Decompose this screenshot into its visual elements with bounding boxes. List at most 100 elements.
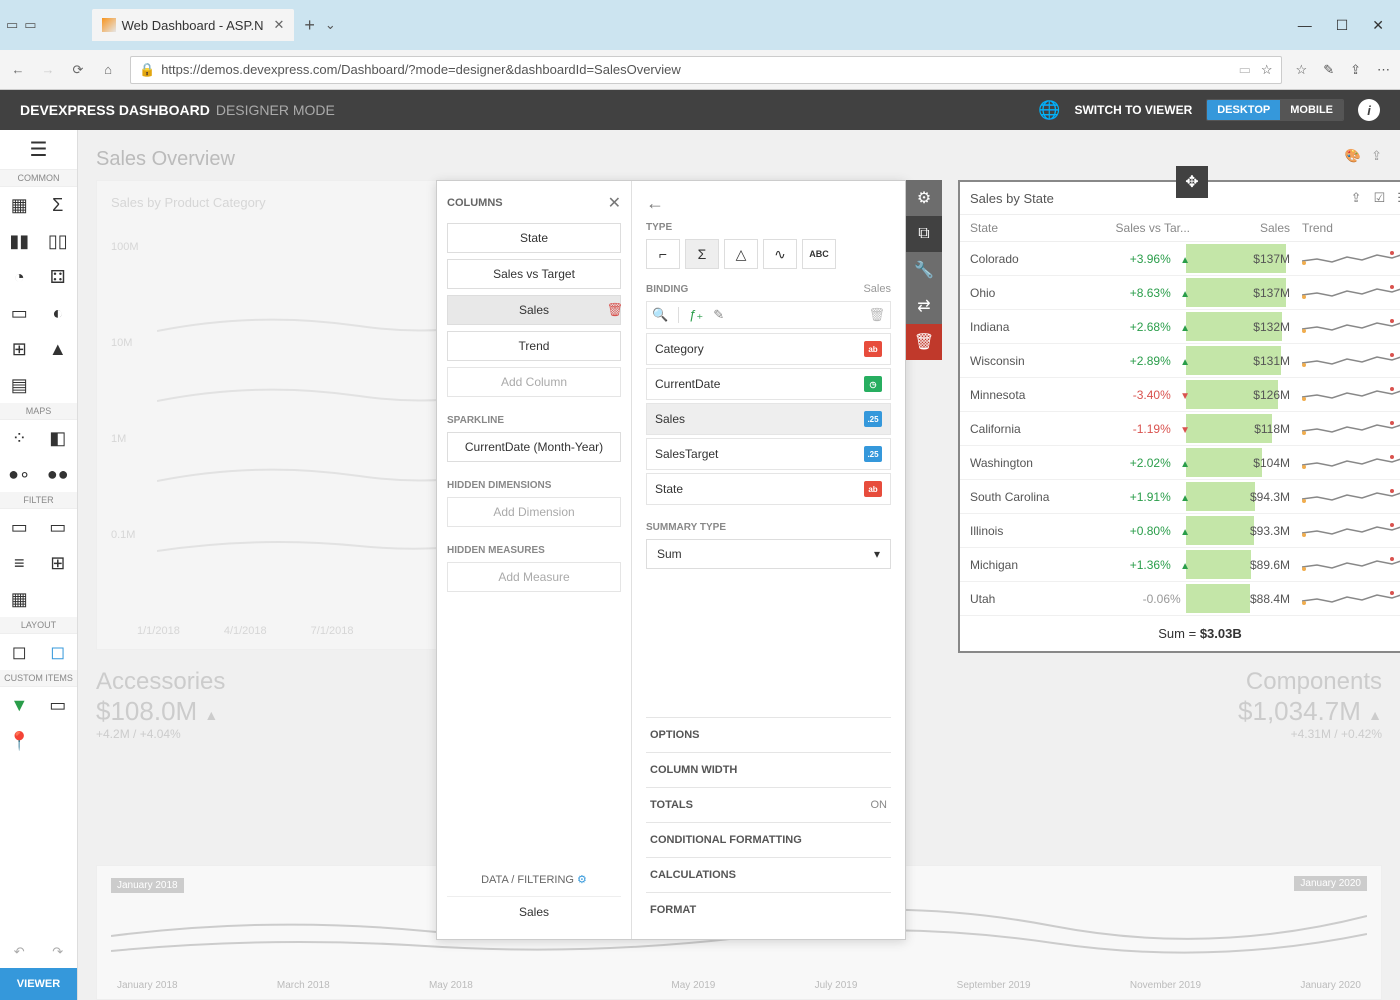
accordion-conditional-formatting[interactable]: CONDITIONAL FORMATTING bbox=[646, 822, 891, 857]
delete-icon[interactable]: 🗑 bbox=[906, 324, 942, 360]
column-sales-vs-target[interactable]: Sales vs Target bbox=[447, 259, 621, 289]
close-icon[interactable]: ✕ bbox=[273, 17, 284, 33]
back-icon[interactable]: ← bbox=[646, 193, 891, 214]
accordion-totals[interactable]: TOTALSON bbox=[646, 787, 891, 822]
range-filter-icon[interactable]: ▭ bbox=[0, 509, 39, 545]
table-row[interactable]: South Carolina+1.91% ▲$94.3M bbox=[960, 480, 1400, 514]
date-filter-icon[interactable]: ▦ bbox=[0, 581, 39, 617]
bubble-map-icon[interactable]: ●∘ bbox=[0, 456, 39, 492]
accordion-column-width[interactable]: COLUMN WIDTH bbox=[646, 752, 891, 787]
viewer-button[interactable]: VIEWER bbox=[0, 968, 77, 1000]
column-state[interactable]: State bbox=[447, 223, 621, 253]
add-dimension-button[interactable]: Add Dimension bbox=[447, 497, 621, 527]
share-icon[interactable]: ⇪ bbox=[1350, 62, 1361, 78]
back-icon[interactable]: ← bbox=[10, 62, 26, 77]
tabs-icon-2[interactable]: ▭ bbox=[24, 17, 36, 33]
image-tool-icon[interactable]: ▲ bbox=[39, 331, 78, 367]
table-row[interactable]: California-1.19% ▼$118M bbox=[960, 412, 1400, 446]
binding-item-sales[interactable]: Sales.25 bbox=[646, 403, 891, 435]
palette-icon[interactable]: 🎨 bbox=[1345, 148, 1361, 164]
table-row[interactable]: Minnesota-3.40% ▼$126M bbox=[960, 378, 1400, 412]
custom-doc-icon[interactable]: ▭ bbox=[39, 687, 78, 723]
add-measure-button[interactable]: Add Measure bbox=[447, 562, 621, 592]
funnel-icon[interactable]: ▼ bbox=[0, 687, 39, 723]
redo-icon[interactable]: ↷ bbox=[52, 944, 63, 960]
card-accessories[interactable]: Accessories $108.0M ▲ +4.2M / +4.04% bbox=[96, 668, 336, 741]
search-icon[interactable]: 🔍 bbox=[652, 307, 668, 323]
multiselect-icon[interactable]: ☑ bbox=[1374, 190, 1386, 206]
table-row[interactable]: Ohio+8.63% ▲$137M bbox=[960, 276, 1400, 310]
tree-tool-icon[interactable]: ⊞ bbox=[0, 331, 39, 367]
summary-type-select[interactable]: Sum▾ bbox=[646, 539, 891, 569]
pin-icon[interactable]: 📍 bbox=[0, 723, 39, 759]
config-tab-sales[interactable]: Sales bbox=[447, 896, 621, 927]
reader-icon[interactable]: ▭ bbox=[1239, 62, 1251, 78]
menu-icon[interactable]: ☰ bbox=[0, 130, 77, 170]
grid-widget-sales-by-state[interactable]: ✥ Sales by State ⇪ ☑ ☷ ⛶ State Sales vs … bbox=[958, 180, 1400, 653]
new-tab-icon[interactable]: + bbox=[304, 15, 315, 36]
export-icon[interactable]: ⇪ bbox=[1351, 190, 1362, 206]
accordion-options[interactable]: OPTIONS bbox=[646, 717, 891, 752]
more-icon[interactable]: ⋯ bbox=[1377, 62, 1390, 78]
edit-icon[interactable]: ✎ bbox=[713, 307, 724, 323]
settings-icon[interactable]: ⚙ bbox=[906, 180, 942, 216]
chevron-down-icon[interactable]: ⌄ bbox=[325, 17, 336, 33]
undo-icon[interactable]: ↶ bbox=[14, 944, 25, 960]
favorites-icon[interactable]: ☆ bbox=[1296, 62, 1308, 78]
globe-icon[interactable]: 🌐 bbox=[1038, 100, 1060, 121]
url-input[interactable]: 🔒 https://demos.devexpress.com/Dashboard… bbox=[130, 56, 1282, 84]
scatter-map-icon[interactable]: ⁘ bbox=[0, 420, 39, 456]
layers-icon[interactable]: ⧉ bbox=[906, 216, 942, 252]
add-column-button[interactable]: Add Column bbox=[447, 367, 621, 397]
dice-tool-icon[interactable]: ⚃ bbox=[39, 259, 78, 295]
table-row[interactable]: Wisconsin+2.89% ▲$131M bbox=[960, 344, 1400, 378]
table-row[interactable]: Colorado+3.96% ▲$137M bbox=[960, 242, 1400, 276]
card-components[interactable]: Components $1,034.7M ▲ +4.31M / +0.42% bbox=[1142, 668, 1382, 741]
trash-icon[interactable]: 🗑 bbox=[606, 302, 623, 318]
gauge-tool-icon[interactable]: ◐ bbox=[39, 295, 78, 331]
type-delta-icon[interactable]: △ bbox=[724, 239, 758, 269]
sigma-tool-icon[interactable]: Σ bbox=[39, 187, 78, 223]
fx-add-icon[interactable]: ƒ₊ bbox=[689, 307, 703, 323]
move-handle-icon[interactable]: ✥ bbox=[1176, 166, 1208, 198]
type-measure-icon[interactable]: Σ bbox=[685, 239, 719, 269]
notes-icon[interactable]: ✎ bbox=[1323, 62, 1334, 78]
grid-tool-icon[interactable]: ▦ bbox=[0, 187, 39, 223]
binding-item-currentdate[interactable]: CurrentDate◷ bbox=[646, 368, 891, 400]
accordion-calculations[interactable]: CALCULATIONS bbox=[646, 857, 891, 892]
data-filtering-link[interactable]: DATA / FILTERING ⚙ bbox=[447, 873, 621, 886]
table-row[interactable]: Washington+2.02% ▲$104M bbox=[960, 446, 1400, 480]
device-toggle[interactable]: DESKTOP MOBILE bbox=[1206, 99, 1344, 121]
sparkline-item[interactable]: CurrentDate (Month-Year) bbox=[447, 432, 621, 462]
stacked-bar-tool-icon[interactable]: ▯▯ bbox=[39, 223, 78, 259]
browser-tab[interactable]: Web Dashboard - ASP.N ✕ bbox=[92, 9, 295, 41]
refresh-icon[interactable]: ⟳ bbox=[70, 62, 86, 78]
list-filter-icon[interactable]: ≡ bbox=[0, 545, 39, 581]
close-icon[interactable]: ✕ bbox=[608, 193, 621, 213]
table-row[interactable]: Illinois+0.80% ▲$93.3M bbox=[960, 514, 1400, 548]
tree-filter-icon[interactable]: ⊞ bbox=[39, 545, 78, 581]
binding-item-salestarget[interactable]: SalesTarget.25 bbox=[646, 438, 891, 470]
binding-item-state[interactable]: Stateab bbox=[646, 473, 891, 505]
table-row[interactable]: Indiana+2.68% ▲$132M bbox=[960, 310, 1400, 344]
type-dimension-icon[interactable]: ⌐ bbox=[646, 239, 680, 269]
desktop-toggle[interactable]: DESKTOP bbox=[1207, 100, 1280, 120]
mobile-toggle[interactable]: MOBILE bbox=[1280, 100, 1343, 120]
export-icon[interactable]: ⇪ bbox=[1371, 148, 1382, 164]
table-row[interactable]: Michigan+1.36% ▲$89.6M bbox=[960, 548, 1400, 582]
bar-chart-tool-icon[interactable]: ▮▮ bbox=[0, 223, 39, 259]
type-spark-icon[interactable]: ∿ bbox=[763, 239, 797, 269]
switch-to-viewer-button[interactable]: SWITCH TO VIEWER bbox=[1074, 103, 1192, 117]
column-trend[interactable]: Trend bbox=[447, 331, 621, 361]
table-row[interactable]: Utah-0.06% $88.4M bbox=[960, 582, 1400, 616]
star-icon[interactable]: ☆ bbox=[1261, 62, 1273, 78]
column-sales[interactable]: Sales bbox=[447, 295, 621, 325]
home-icon[interactable]: ⌂ bbox=[100, 62, 116, 77]
accordion-format[interactable]: FORMAT bbox=[646, 892, 891, 927]
card-tool-icon[interactable]: ▭ bbox=[0, 295, 39, 331]
info-icon[interactable]: i bbox=[1358, 99, 1380, 121]
tabs-icon[interactable]: ▭ bbox=[6, 17, 18, 33]
window-close-icon[interactable]: ✕ bbox=[1372, 17, 1384, 34]
text-tool-icon[interactable]: ▤ bbox=[0, 367, 39, 403]
window-minimize-icon[interactable]: ― bbox=[1298, 17, 1312, 34]
